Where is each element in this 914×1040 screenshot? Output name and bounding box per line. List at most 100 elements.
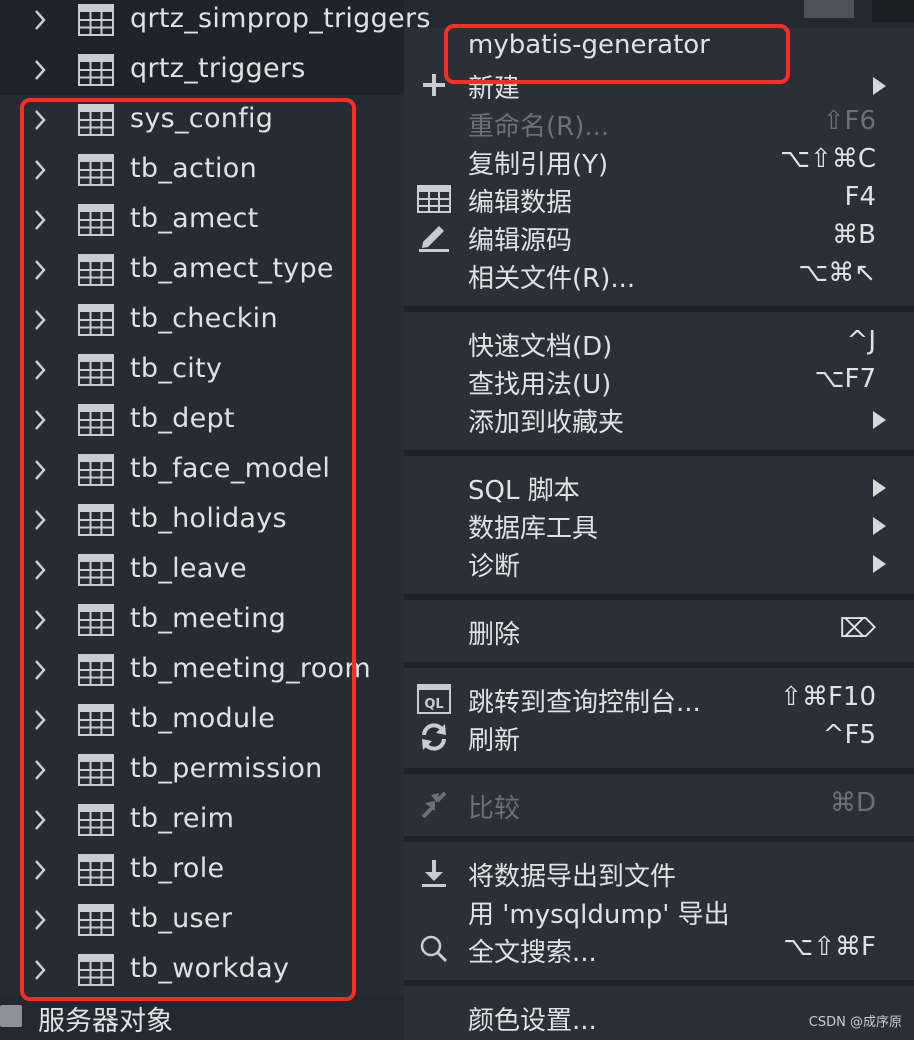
chevron-right-icon[interactable] [33, 858, 47, 882]
menu-item-shortcut: ⌘D [829, 788, 876, 818]
table-name: tb_checkin [130, 303, 278, 334]
tree-node-table[interactable]: tb_module [0, 695, 404, 745]
table-icon [78, 204, 114, 236]
background-window-fragment [872, 0, 914, 22]
menu-item-copy-reference[interactable]: 复制引用(Y) ⌥⇧⌘C [404, 142, 914, 180]
tree-node-table[interactable]: tb_amect [0, 195, 404, 245]
tree-node-table[interactable]: tb_permission [0, 745, 404, 795]
menu-item-quick-documentation[interactable]: 快速文档(D) ^J [404, 324, 914, 362]
tree-node-table[interactable]: sys_config [0, 95, 404, 145]
menu-item-mybatis-generator[interactable]: mybatis-generator [404, 28, 914, 66]
chevron-right-icon[interactable] [33, 658, 47, 682]
menu-item-label: 添加到收藏夹 [468, 408, 625, 438]
chevron-right-icon[interactable] [33, 708, 47, 732]
menu-item-label: 新建 [468, 74, 521, 104]
tree-node-table[interactable]: tb_holidays [0, 495, 404, 545]
svg-text:QL: QL [424, 697, 443, 712]
table-icon [78, 454, 114, 486]
menu-item-new[interactable]: 新建 [404, 66, 914, 104]
menu-item-shortcut: F4 [844, 182, 877, 212]
chevron-right-icon[interactable] [33, 808, 47, 832]
table-icon [78, 104, 114, 136]
menu-item-shortcut: ⌥⇧⌘F [783, 932, 876, 962]
download-icon [416, 857, 452, 889]
chevron-right-icon[interactable] [33, 958, 47, 982]
menu-item-label: 颜色设置... [468, 1006, 597, 1036]
chevron-right-icon[interactable] [33, 58, 47, 82]
chevron-right-icon[interactable] [33, 108, 47, 132]
menu-separator [404, 768, 914, 774]
tree-node-table[interactable]: tb_user [0, 895, 404, 945]
table-icon [78, 654, 114, 686]
menu-item-label: 查找用法(U) [468, 370, 612, 400]
table-icon [78, 4, 114, 36]
menu-item-full-text-search[interactable]: 全文搜索... ⌥⇧⌘F [404, 930, 914, 968]
menu-item-label: 诊断 [468, 552, 521, 582]
chevron-right-icon[interactable] [33, 258, 47, 282]
tree-node-table[interactable]: tb_reim [0, 795, 404, 845]
tree-node-table[interactable]: tb_workday [0, 945, 404, 995]
menu-item-label: 跳转到查询控制台... [468, 688, 701, 718]
menu-item-refresh[interactable]: 刷新 ^F5 [404, 718, 914, 756]
tree-node-server-objects[interactable]: 服务器对象 [0, 995, 404, 1040]
tree-node-table[interactable]: tb_meeting [0, 595, 404, 645]
table-icon [78, 504, 114, 536]
chevron-right-icon[interactable] [33, 508, 47, 532]
menu-item-label: 相关文件(R)... [468, 264, 636, 294]
menu-item-export-to-file[interactable]: 将数据导出到文件 [404, 854, 914, 892]
tree-node-table[interactable]: qrtz_simprop_triggers [0, 0, 430, 45]
table-name: tb_meeting_room [130, 653, 371, 684]
tree-node-table[interactable]: tb_amect_type [0, 245, 404, 295]
menu-item-label: 将数据导出到文件 [468, 862, 677, 892]
chevron-right-icon[interactable] [33, 158, 47, 182]
menu-item-label: 全文搜索... [468, 938, 597, 968]
chevron-right-icon[interactable] [33, 758, 47, 782]
chevron-right-icon[interactable] [33, 308, 47, 332]
table-name: qrtz_simprop_triggers [130, 3, 431, 34]
tree-node-table[interactable]: qrtz_triggers [0, 45, 404, 95]
table-icon [78, 804, 114, 836]
menu-item-mysqldump-export[interactable]: 用 'mysqldump' 导出 [404, 892, 914, 930]
chevron-right-icon[interactable] [33, 408, 47, 432]
table-icon [78, 154, 114, 186]
menu-item-label: 数据库工具 [468, 514, 599, 544]
table-grid-icon [416, 183, 452, 215]
menu-item-rename[interactable]: 重命名(R)... ⇧F6 [404, 104, 914, 142]
menu-item-edit-source[interactable]: 编辑源码 ⌘B [404, 218, 914, 256]
tree-node-table[interactable]: tb_face_model [0, 445, 404, 495]
chevron-right-icon[interactable] [33, 458, 47, 482]
menu-item-add-to-favorites[interactable]: 添加到收藏夹 [404, 400, 914, 438]
table-name: tb_workday [130, 953, 290, 984]
chevron-right-icon[interactable] [33, 208, 47, 232]
table-name: tb_permission [130, 753, 323, 784]
menu-item-diagnostics[interactable]: 诊断 [404, 544, 914, 582]
chevron-right-icon[interactable] [33, 8, 47, 32]
submenu-arrow-icon [873, 77, 886, 95]
menu-item-sql-scripts[interactable]: SQL 脚本 [404, 468, 914, 506]
menu-item-database-tools[interactable]: 数据库工具 [404, 506, 914, 544]
menu-item-delete[interactable]: 删除 ⌦ [404, 612, 914, 650]
submenu-arrow-icon [873, 479, 886, 497]
tree-node-table[interactable]: tb_meeting_room [0, 645, 404, 695]
menu-item-jump-to-console[interactable]: QL 跳转到查询控制台... ⇧⌘F10 [404, 680, 914, 718]
table-icon [78, 604, 114, 636]
menu-item-related-files[interactable]: 相关文件(R)... ⌥⌘↖ [404, 256, 914, 294]
submenu-arrow-icon [873, 555, 886, 573]
tree-node-table[interactable]: tb_leave [0, 545, 404, 595]
tree-node-table[interactable]: tb_dept [0, 395, 404, 445]
tree-node-table[interactable]: tb_action [0, 145, 404, 195]
pencil-icon [416, 221, 452, 253]
plus-icon [416, 69, 452, 101]
chevron-right-icon[interactable] [33, 358, 47, 382]
table-name: tb_action [130, 153, 258, 184]
menu-item-find-usages[interactable]: 查找用法(U) ⌥F7 [404, 362, 914, 400]
tree-node-table[interactable]: tb_role [0, 845, 404, 895]
chevron-right-icon[interactable] [33, 558, 47, 582]
chevron-right-icon[interactable] [33, 608, 47, 632]
menu-item-edit-data[interactable]: 编辑数据 F4 [404, 180, 914, 218]
tree-node-table[interactable]: tb_checkin [0, 295, 404, 345]
tree-node-table[interactable]: tb_city [0, 345, 404, 395]
chevron-right-icon[interactable] [33, 908, 47, 932]
menu-item-compare[interactable]: 比较 ⌘D [404, 786, 914, 824]
menu-item-label: 刷新 [468, 726, 521, 756]
